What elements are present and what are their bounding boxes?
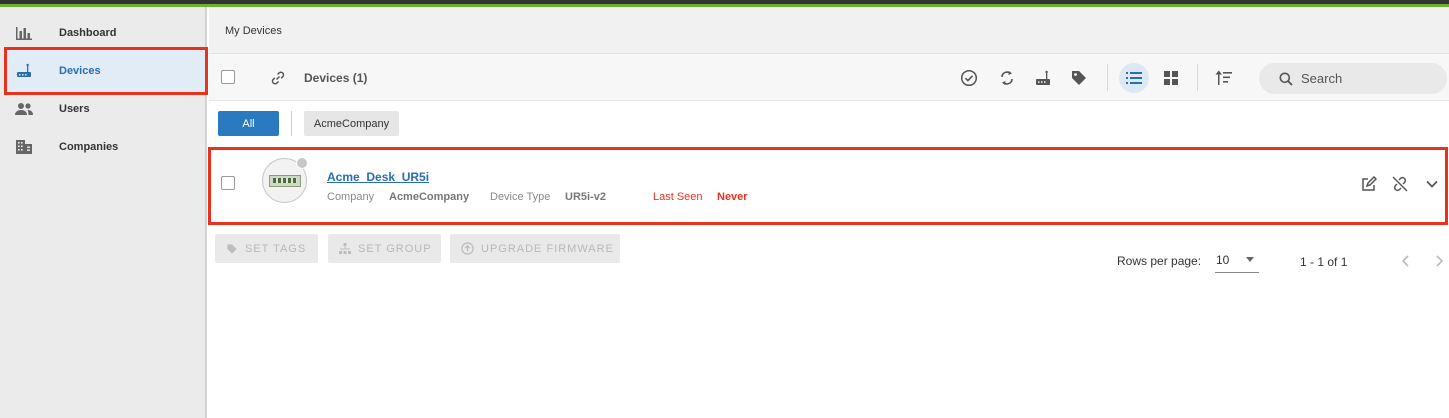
tag-icon xyxy=(226,243,238,255)
devices-title: Devices (1) xyxy=(304,71,368,85)
next-page-icon[interactable] xyxy=(1429,251,1449,271)
sidebar-item-label: Dashboard xyxy=(59,27,117,39)
tag-icon[interactable] xyxy=(1069,68,1089,88)
main-content: My Devices Devices (1) Search All AcmeCo… xyxy=(208,7,1449,418)
set-tags-label: SET TAGS xyxy=(245,242,307,255)
filter-divider xyxy=(291,111,292,136)
sidebar: Dashboard Devices Users Companies xyxy=(0,7,208,418)
upgrade-firmware-label: UPGRADE FIRMWARE xyxy=(481,242,614,255)
group-icon xyxy=(339,242,351,255)
filter-company-chip[interactable]: AcmeCompany xyxy=(304,111,399,136)
breadcrumb-bar: My Devices xyxy=(209,7,1449,54)
previous-page-icon[interactable] xyxy=(1396,251,1416,271)
company-label: Company xyxy=(327,191,375,203)
filter-bar: All AcmeCompany xyxy=(209,101,1449,146)
set-tags-button[interactable]: SET TAGS xyxy=(215,234,318,263)
filter-all-chip[interactable]: All xyxy=(218,111,279,136)
select-all-checkbox[interactable] xyxy=(221,70,235,84)
unlink-icon[interactable] xyxy=(1390,174,1410,194)
rows-per-page-value: 10 xyxy=(1216,253,1230,267)
users-icon xyxy=(14,99,34,119)
check-circle-icon[interactable] xyxy=(959,68,979,88)
grid-view-icon[interactable] xyxy=(1161,68,1181,88)
device-type-label: Device Type xyxy=(490,191,551,203)
company-value: AcmeCompany xyxy=(389,191,470,203)
sidebar-item-label: Users xyxy=(59,103,90,115)
top-bar xyxy=(0,0,1449,7)
set-group-button[interactable]: SET GROUP xyxy=(328,234,441,263)
last-seen-label: Last Seen xyxy=(653,191,703,203)
sidebar-item-companies[interactable]: Companies xyxy=(6,127,206,167)
toolbar-divider xyxy=(1197,64,1198,91)
rows-per-page-select[interactable]: 10 xyxy=(1215,251,1259,273)
sync-icon[interactable] xyxy=(997,68,1017,88)
caret-down-icon xyxy=(1246,257,1254,262)
sidebar-item-label: Companies xyxy=(59,141,119,153)
pagination-range: 1 - 1 of 1 xyxy=(1300,255,1348,269)
rows-per-page-label: Rows per page: xyxy=(1117,254,1202,268)
search-input[interactable]: Search xyxy=(1259,63,1447,94)
sort-icon[interactable] xyxy=(1214,68,1234,88)
device-type-value: UR5i-v2 xyxy=(565,191,606,203)
search-icon xyxy=(1279,72,1293,86)
sidebar-item-devices[interactable]: Devices xyxy=(4,47,208,95)
device-row[interactable]: Acme_Desk_UR5i Company AcmeCompany Devic… xyxy=(208,147,1448,225)
set-group-label: SET GROUP xyxy=(358,242,432,255)
edit-icon[interactable] xyxy=(1359,174,1379,194)
toolbar-divider xyxy=(1107,64,1108,91)
bulk-action-bar: SET TAGS SET GROUP UPGRADE FIRMWARE xyxy=(209,234,1449,274)
sidebar-item-users[interactable]: Users xyxy=(6,89,206,129)
sidebar-item-dashboard[interactable]: Dashboard xyxy=(6,13,206,53)
router-icon xyxy=(14,61,34,81)
bar-chart-icon xyxy=(14,23,34,43)
upgrade-firmware-button[interactable]: UPGRADE FIRMWARE xyxy=(450,234,620,263)
search-placeholder: Search xyxy=(1301,71,1343,86)
list-view-button[interactable] xyxy=(1119,63,1149,93)
device-status-dot xyxy=(296,157,308,169)
device-row-checkbox[interactable] xyxy=(221,176,235,190)
link-icon[interactable] xyxy=(268,68,288,88)
last-seen-value: Never xyxy=(717,191,748,203)
devices-toolbar: Devices (1) Search xyxy=(209,54,1449,101)
chevron-down-icon[interactable] xyxy=(1422,174,1442,194)
upgrade-icon xyxy=(461,242,474,255)
building-icon xyxy=(14,137,34,157)
router-icon[interactable] xyxy=(1033,68,1053,88)
list-icon xyxy=(1126,71,1142,85)
device-name-link[interactable]: Acme_Desk_UR5i xyxy=(327,170,429,184)
breadcrumb: My Devices xyxy=(225,25,282,37)
sidebar-item-label: Devices xyxy=(59,65,101,77)
